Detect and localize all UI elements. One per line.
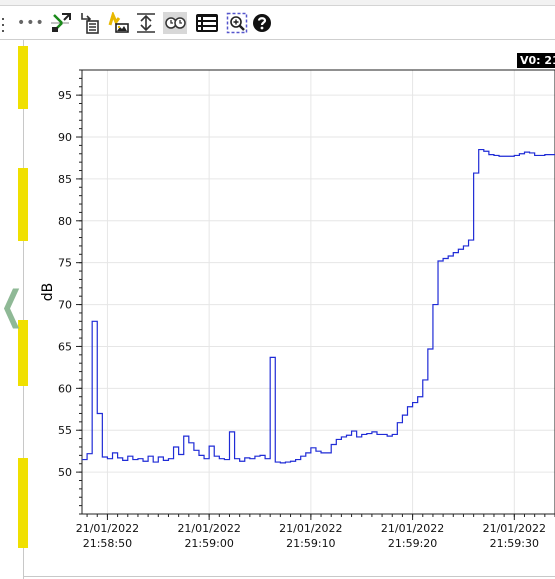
x-axis: 21/01/2022 21:58:50 21/01/2022 21:59:00 21/0… [76, 514, 555, 550]
sidebar-segment-marker[interactable] [18, 168, 28, 241]
y-axis-label: dB [40, 283, 56, 302]
toolbar-grip-handle[interactable] [2, 18, 5, 32]
x-tick-date-label: 21/01/2022 [483, 522, 546, 535]
x-tick-time-label: 21:59:20 [388, 537, 437, 550]
x-tick-date-label: 21/01/2022 [177, 522, 240, 535]
y-axis: 50 55 60 65 70 75 80 85 90 95 [58, 69, 82, 515]
y-tick-label: 65 [58, 340, 72, 353]
y-tick-label: 95 [58, 89, 72, 102]
chart-grid [82, 70, 555, 514]
y-tick-label: 80 [58, 215, 72, 228]
list-view-button[interactable] [195, 12, 219, 34]
graph-toolbar: ••• [0, 6, 555, 40]
graph-settings-icon [108, 12, 129, 33]
y-tick-label: 70 [58, 299, 72, 312]
collapse-panel-arrow-icon[interactable]: ❮ [0, 286, 23, 326]
export-data-button[interactable] [78, 12, 102, 34]
x-tick-time-label: 21:58:50 [83, 537, 132, 550]
y-tick-label: 75 [58, 257, 72, 270]
x-tick-date-label: 21/01/2022 [76, 522, 139, 535]
x-tick-date-label: 21/01/2022 [279, 522, 342, 535]
x-tick-date-label: 21/01/2022 [381, 522, 444, 535]
zoom-icon [226, 12, 248, 34]
fit-vertical-button[interactable] [134, 12, 158, 34]
sidebar-segment-marker[interactable] [18, 320, 28, 386]
list-view-icon [196, 14, 218, 32]
graph-settings-button[interactable] [106, 12, 130, 34]
zoom-button[interactable] [225, 12, 249, 34]
series-line-db [82, 148, 555, 464]
y-tick-label: 90 [58, 131, 72, 144]
y-tick-label: 55 [58, 424, 72, 437]
cursor-value-label: V0: 21 [517, 53, 555, 68]
toolbar-more-button[interactable]: ••• [17, 15, 45, 31]
sidebar-segment-marker[interactable] [18, 458, 28, 548]
auto-scale-button[interactable] [48, 12, 72, 34]
panel-bottom-border [23, 576, 555, 577]
fit-vertical-icon [137, 13, 155, 33]
help-icon [253, 14, 271, 32]
time-sync-icon [165, 17, 186, 29]
x-tick-time-label: 21:59:30 [490, 537, 539, 550]
help-button[interactable] [250, 12, 274, 34]
sidebar-segment-marker[interactable] [18, 46, 28, 109]
y-tick-label: 85 [58, 173, 72, 186]
y-tick-label: 60 [58, 382, 72, 395]
x-tick-time-label: 21:59:00 [184, 537, 233, 550]
export-data-icon [81, 13, 99, 34]
level-chart[interactable]: 50556065707580859095 21/01/202221:58:502… [40, 52, 555, 576]
y-tick-label: 50 [58, 466, 72, 479]
series-points [82, 149, 555, 463]
x-tick-time-label: 21:59:10 [286, 537, 335, 550]
time-sync-button[interactable] [163, 12, 187, 34]
auto-scale-icon [51, 13, 71, 32]
